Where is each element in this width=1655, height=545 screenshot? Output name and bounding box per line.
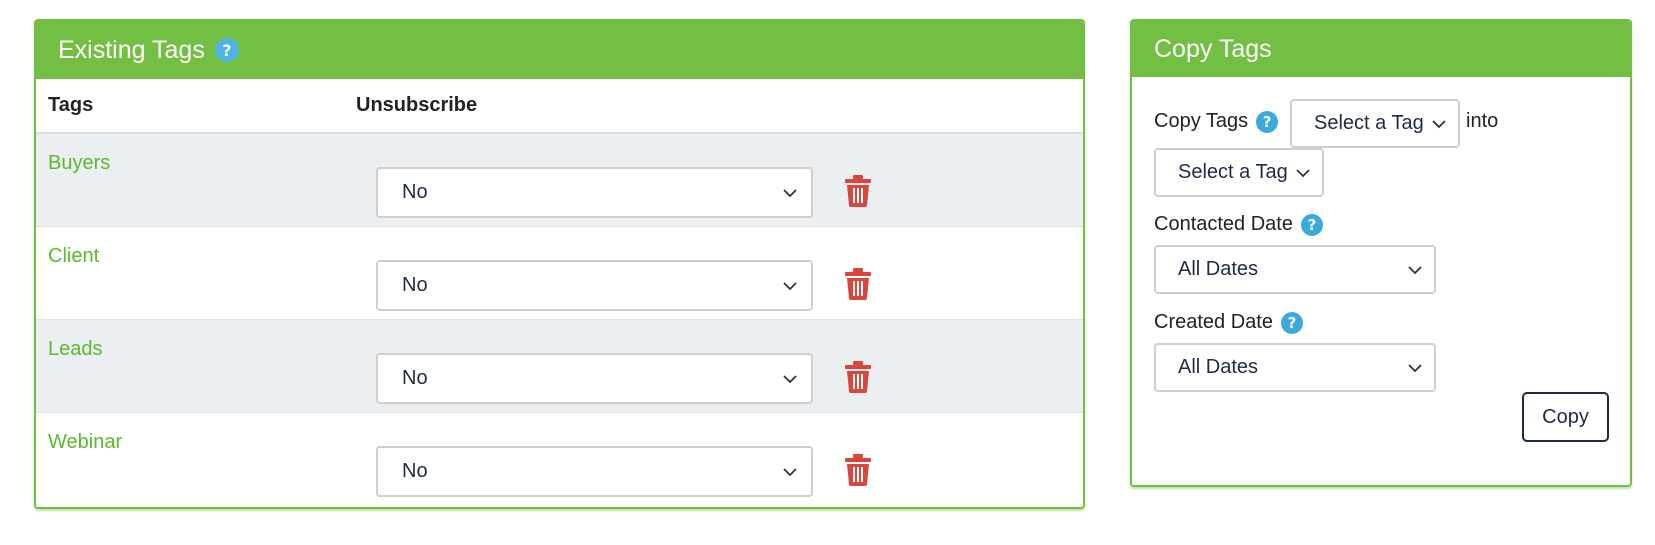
select-value: No — [402, 367, 428, 389]
target-tag-select[interactable]: Select a Tag — [1154, 148, 1324, 197]
tag-link[interactable]: Buyers — [48, 152, 110, 175]
unsubscribe-select[interactable]: No — [376, 167, 813, 218]
existing-tags-header: Existing Tags ? — [36, 21, 1083, 79]
trash-icon[interactable] — [845, 361, 871, 393]
contacted-date-select[interactable]: All Dates — [1154, 245, 1436, 294]
chevron-down-icon — [1408, 265, 1422, 274]
tag-link[interactable]: Leads — [48, 338, 103, 361]
source-tag-select[interactable]: Select a Tag — [1290, 99, 1460, 148]
existing-tags-title: Existing Tags — [58, 35, 205, 64]
copy-tags-title: Copy Tags — [1154, 34, 1272, 63]
select-value: Select a Tag — [1314, 112, 1424, 134]
unsubscribe-select[interactable]: No — [376, 446, 813, 497]
select-value: No — [402, 460, 428, 482]
column-tags: Tags — [48, 94, 94, 116]
question-circle-icon[interactable]: ? — [1256, 110, 1279, 133]
into-label: into — [1466, 110, 1499, 132]
trash-icon[interactable] — [845, 454, 871, 486]
copy-tags-label: Copy Tags — [1154, 110, 1249, 132]
created-date-label: Created Date — [1154, 311, 1273, 333]
chevron-down-icon — [1408, 363, 1422, 372]
select-value: No — [402, 181, 428, 203]
column-unsubscribe: Unsubscribe — [356, 94, 478, 116]
select-value: Select a Tag — [1178, 161, 1288, 183]
tag-link[interactable]: Client — [48, 245, 99, 268]
select-value: No — [402, 274, 428, 296]
chevron-down-icon — [1432, 119, 1446, 128]
question-circle-icon[interactable]: ? — [1300, 213, 1323, 236]
copy-tags-label-group: Copy Tags ? — [1154, 110, 1279, 133]
contacted-date-label: Contacted Date — [1154, 213, 1293, 235]
chevron-down-icon — [783, 281, 797, 290]
copy-tags-panel: Copy Tags Copy Tags ? Select a Tag into … — [1130, 19, 1632, 487]
contacted-date-label-group: Contacted Date ? — [1154, 213, 1323, 236]
trash-icon[interactable] — [845, 268, 871, 300]
select-value: All Dates — [1178, 258, 1259, 280]
chevron-down-icon — [1296, 168, 1310, 177]
tag-link[interactable]: Webinar — [48, 431, 122, 454]
existing-tags-panel: Existing Tags ? Tags Unsubscribe Buyers … — [34, 19, 1085, 509]
chevron-down-icon — [783, 188, 797, 197]
table-row: Client No — [36, 227, 1083, 320]
unsubscribe-select[interactable]: No — [376, 353, 813, 404]
table-row: Leads No — [36, 320, 1083, 413]
table-row: Webinar No — [36, 413, 1083, 506]
select-value: All Dates — [1178, 356, 1259, 378]
created-date-select[interactable]: All Dates — [1154, 343, 1436, 392]
question-circle-icon[interactable]: ? — [1280, 311, 1303, 334]
copy-tags-header: Copy Tags — [1132, 21, 1630, 77]
trash-icon[interactable] — [845, 175, 871, 207]
table-header: Tags Unsubscribe — [36, 79, 1083, 134]
copy-button[interactable]: Copy — [1522, 392, 1609, 442]
table-row: Buyers No — [36, 134, 1083, 227]
unsubscribe-select[interactable]: No — [376, 260, 813, 311]
chevron-down-icon — [783, 467, 797, 476]
chevron-down-icon — [783, 374, 797, 383]
created-date-label-group: Created Date ? — [1154, 311, 1303, 334]
question-circle-icon[interactable]: ? — [214, 38, 239, 62]
